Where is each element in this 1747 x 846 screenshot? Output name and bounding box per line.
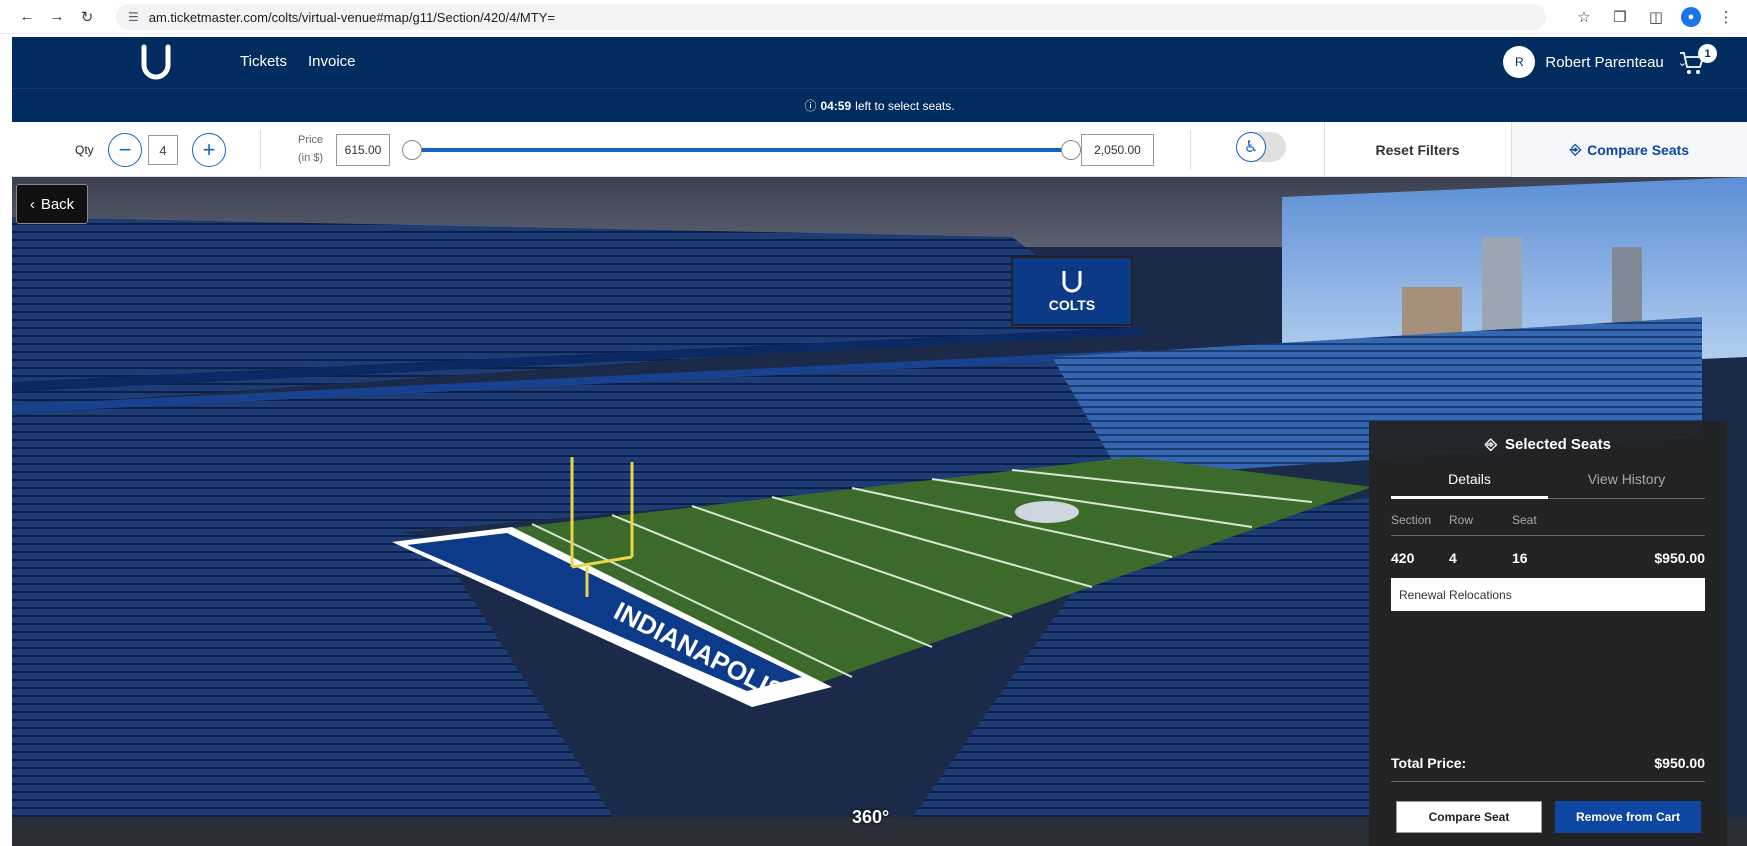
app-header: Tickets Invoice R Robert Parenteau ⌄ 1 bbox=[12, 37, 1747, 88]
divider bbox=[1190, 130, 1191, 170]
url-text: am.ticketmaster.com/colts/virtual-venue#… bbox=[148, 9, 555, 25]
seat-price-value: $950.00 bbox=[1654, 550, 1705, 566]
column-row: Row bbox=[1449, 513, 1474, 527]
total-price-value: $950.00 bbox=[1654, 755, 1705, 771]
compare-seats-button[interactable]: ⎆ Compare Seats bbox=[1511, 122, 1747, 177]
price-label: Price (in $) bbox=[298, 131, 323, 167]
browser-profile-icon[interactable]: ● bbox=[1681, 7, 1701, 27]
compare-seat-button[interactable]: Compare Seat bbox=[1396, 801, 1542, 833]
address-bar[interactable]: ☰ am.ticketmaster.com/colts/virtual-venu… bbox=[116, 4, 1546, 30]
tab-view-history[interactable]: View History bbox=[1548, 471, 1705, 499]
back-label: Back bbox=[40, 195, 75, 213]
divider bbox=[260, 130, 261, 170]
seat-icon: ⎆ bbox=[1569, 141, 1582, 157]
column-seat: Seat bbox=[1512, 513, 1537, 527]
timer-countdown: 04:59 bbox=[820, 98, 852, 113]
timer-text: left to select seats. bbox=[855, 98, 955, 113]
divider bbox=[1391, 781, 1705, 782]
wheelchair-icon: ♿ bbox=[1236, 132, 1266, 162]
price-label-text: Price bbox=[298, 134, 324, 146]
qty-label: Qty bbox=[75, 143, 94, 157]
selected-seats-panel: ⎆ Selected Seats Details View History Se… bbox=[1369, 421, 1727, 846]
price-slider-min-handle[interactable] bbox=[402, 140, 422, 160]
price-slider-track[interactable] bbox=[414, 148, 1072, 152]
qty-value[interactable]: 4 bbox=[148, 135, 178, 165]
filter-bar: Qty − 4 + Price (in $) 615.00 2,050.00 ♿… bbox=[12, 122, 1747, 177]
reset-filters-button[interactable]: Reset Filters bbox=[1324, 122, 1510, 177]
price-max-input[interactable]: 2,050.00 bbox=[1081, 134, 1154, 166]
panel-title-text: Selected Seats bbox=[1505, 436, 1611, 453]
info-icon: ⓘ bbox=[804, 99, 817, 113]
extensions-icon[interactable]: ❒ bbox=[1609, 6, 1631, 28]
site-info-icon[interactable]: ☰ bbox=[128, 10, 139, 24]
nav-invoice[interactable]: Invoice bbox=[308, 53, 356, 70]
bookmark-star-icon[interactable]: ☆ bbox=[1573, 6, 1595, 28]
cart-button[interactable]: 1 bbox=[1677, 44, 1717, 79]
back-arrow-icon[interactable]: ← bbox=[16, 6, 38, 28]
chevron-left-icon: ‹ bbox=[29, 195, 35, 213]
seat-section-value: 420 bbox=[1391, 550, 1415, 566]
remove-from-cart-button[interactable]: Remove from Cart bbox=[1555, 801, 1701, 833]
column-section: Section bbox=[1391, 513, 1432, 527]
cart-count-badge: 1 bbox=[1698, 44, 1717, 63]
forward-arrow-icon[interactable]: → bbox=[46, 6, 68, 28]
divider bbox=[1391, 535, 1705, 536]
seat-number-value: 16 bbox=[1512, 550, 1528, 566]
tab-details[interactable]: Details bbox=[1391, 471, 1548, 499]
seat-timer-banner: ⓘ 04:59 left to select seats. bbox=[12, 88, 1747, 122]
view-360-control[interactable]: 360° bbox=[852, 807, 889, 828]
seat-icon: ⎆ bbox=[1485, 436, 1498, 453]
nav-tickets[interactable]: Tickets bbox=[240, 53, 287, 70]
price-min-input[interactable]: 615.00 bbox=[336, 134, 390, 166]
menu-kebab-icon[interactable]: ⋮ bbox=[1715, 6, 1737, 28]
renewal-note: Renewal Relocations bbox=[1391, 578, 1705, 611]
qty-decrease-button[interactable]: − bbox=[108, 133, 142, 167]
price-slider-max-handle[interactable] bbox=[1061, 140, 1081, 160]
panel-title: ⎆ Selected Seats bbox=[1369, 436, 1727, 453]
compare-seats-label: Compare Seats bbox=[1587, 141, 1690, 158]
back-button[interactable]: ‹ Back bbox=[16, 184, 88, 224]
seat-row-value: 4 bbox=[1449, 550, 1457, 566]
user-menu[interactable]: R Robert Parenteau ⌄ bbox=[1503, 46, 1687, 78]
browser-toolbar: ← → ↻ ☰ am.ticketmaster.com/colts/virtua… bbox=[0, 0, 1747, 34]
user-name: Robert Parenteau bbox=[1545, 53, 1664, 71]
reload-icon[interactable]: ↻ bbox=[76, 6, 98, 28]
avatar: R bbox=[1503, 46, 1536, 78]
qty-increase-button[interactable]: + bbox=[192, 133, 226, 167]
colts-horseshoe-logo[interactable] bbox=[136, 43, 176, 83]
side-panel-icon[interactable]: ◫ bbox=[1645, 6, 1667, 28]
price-unit-text: (in $) bbox=[298, 152, 324, 164]
total-price-label: Total Price: bbox=[1391, 755, 1467, 771]
accessible-seating-toggle[interactable]: ♿ bbox=[1236, 132, 1286, 162]
board-text: COLTS bbox=[1049, 297, 1095, 313]
